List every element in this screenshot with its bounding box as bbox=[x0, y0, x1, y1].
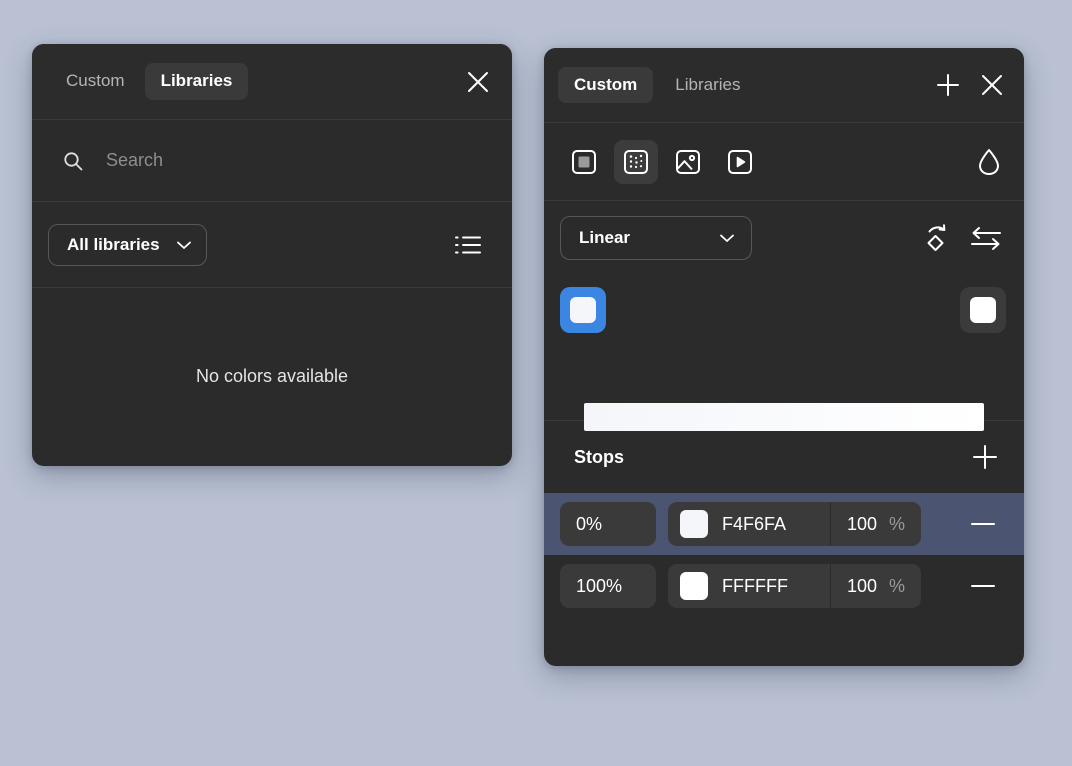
list-view-icon[interactable] bbox=[454, 234, 482, 256]
custom-color-panel: Custom Libraries Linear Stops 0% F4F6FA … bbox=[544, 48, 1024, 666]
search-row[interactable]: Search bbox=[32, 120, 512, 202]
gradient-stop-handle-start[interactable] bbox=[560, 287, 606, 333]
stop-hex-input[interactable]: FFFFFF bbox=[722, 576, 830, 597]
plus-icon[interactable] bbox=[934, 71, 962, 99]
fill-type-row bbox=[544, 123, 1024, 201]
stops-section-header: Stops bbox=[544, 421, 1024, 493]
chevron-down-icon bbox=[719, 233, 735, 243]
library-filter-row: All libraries bbox=[32, 202, 512, 288]
stop-alpha-unit: % bbox=[889, 575, 906, 596]
tab-custom[interactable]: Custom bbox=[558, 66, 654, 104]
solid-fill-icon[interactable] bbox=[562, 140, 606, 184]
gradient-preview-bar[interactable] bbox=[584, 403, 984, 431]
gradient-fill-icon[interactable] bbox=[614, 139, 658, 184]
tab-libraries[interactable]: Libraries bbox=[659, 67, 756, 103]
stop-alpha-unit: % bbox=[889, 513, 906, 534]
gradient-preview-area bbox=[544, 275, 1024, 431]
image-fill-icon[interactable] bbox=[666, 140, 710, 184]
stop-position-input[interactable]: 100% bbox=[560, 564, 656, 608]
search-icon bbox=[62, 150, 84, 172]
color-libraries-panel: Custom Libraries Search All libraries No… bbox=[32, 44, 512, 466]
gradient-mode-row: Linear bbox=[544, 201, 1024, 275]
stops-title: Stops bbox=[574, 446, 625, 467]
search-input[interactable]: Search bbox=[106, 150, 163, 171]
stop-alpha-field[interactable]: 100 % bbox=[831, 514, 921, 535]
tab-libraries[interactable]: Libraries bbox=[144, 63, 249, 100]
libraries-panel-header: Custom Libraries bbox=[32, 44, 512, 120]
gradient-type-value: Linear bbox=[579, 228, 631, 247]
custom-panel-header: Custom Libraries bbox=[544, 48, 1024, 123]
stop-position-input[interactable]: 0% bbox=[560, 502, 656, 546]
stop-color-group: F4F6FA 100 % bbox=[668, 502, 922, 546]
stop-alpha-input[interactable]: 100 bbox=[847, 514, 877, 535]
stop-alpha-field[interactable]: 100 % bbox=[831, 576, 921, 597]
stop-row[interactable]: 0% F4F6FA 100 % bbox=[544, 493, 1024, 555]
stop-color-group: FFFFFF 100 % bbox=[668, 564, 922, 608]
tab-custom[interactable]: Custom bbox=[50, 63, 141, 99]
stop-alpha-input[interactable]: 100 bbox=[847, 576, 877, 597]
all-libraries-select-value: All libraries bbox=[67, 234, 160, 254]
reverse-gradient-icon[interactable] bbox=[970, 224, 1002, 252]
gradient-type-select[interactable]: Linear bbox=[560, 216, 752, 260]
stop-color-swatch-button[interactable] bbox=[668, 564, 722, 608]
stop-hex-input[interactable]: F4F6FA bbox=[722, 514, 830, 535]
video-fill-icon[interactable] bbox=[718, 140, 762, 184]
gradient-stop-handle-swatch bbox=[970, 297, 996, 323]
stop-row[interactable]: 100% FFFFFF 100 % bbox=[544, 555, 1024, 617]
stop-color-swatch-button[interactable] bbox=[668, 502, 722, 546]
gradient-stop-handle-end[interactable] bbox=[960, 287, 1006, 333]
chevron-down-icon bbox=[176, 240, 192, 250]
stop-color-swatch bbox=[680, 510, 708, 538]
rotate-gradient-icon[interactable] bbox=[922, 222, 952, 254]
all-libraries-select[interactable]: All libraries bbox=[48, 223, 207, 266]
empty-state-message: No colors available bbox=[195, 365, 349, 386]
remove-stop-icon[interactable] bbox=[966, 569, 1000, 603]
gradient-stop-handle-swatch bbox=[570, 297, 596, 323]
droplet-icon[interactable] bbox=[976, 147, 1002, 177]
add-stop-icon[interactable] bbox=[970, 442, 1000, 472]
close-icon[interactable] bbox=[464, 68, 492, 96]
remove-stop-icon[interactable] bbox=[966, 507, 1000, 541]
close-icon[interactable] bbox=[978, 71, 1006, 99]
stop-color-swatch bbox=[680, 572, 708, 600]
